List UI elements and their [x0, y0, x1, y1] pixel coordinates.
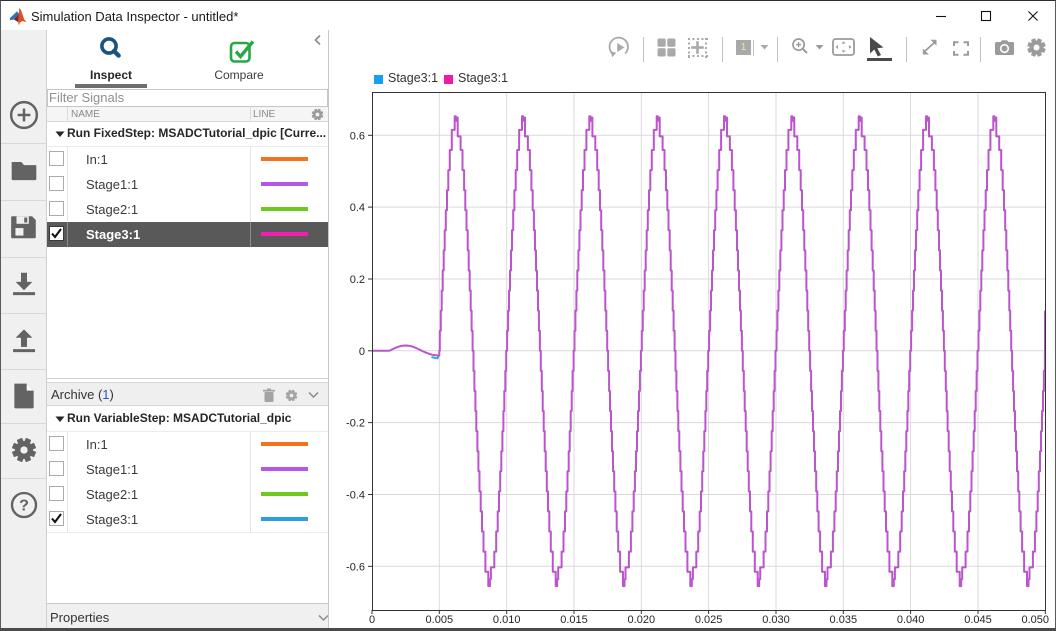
svg-text:0.2: 0.2 [350, 274, 365, 286]
svg-text:0.025: 0.025 [695, 614, 723, 626]
svg-text:0.045: 0.045 [964, 614, 992, 626]
svg-text:0.030: 0.030 [762, 614, 790, 626]
svg-text:?: ? [19, 497, 29, 515]
svg-text:0.020: 0.020 [628, 614, 656, 626]
svg-text:0.040: 0.040 [897, 614, 925, 626]
svg-text:-0.2: -0.2 [346, 418, 365, 430]
svg-text:0.4: 0.4 [350, 202, 365, 214]
svg-text:0.6: 0.6 [350, 130, 365, 142]
svg-text:0: 0 [369, 614, 375, 626]
svg-text:-0.4: -0.4 [346, 490, 365, 502]
svg-text:-0.6: -0.6 [346, 561, 365, 573]
svg-text:0.015: 0.015 [560, 614, 588, 626]
svg-text:0.010: 0.010 [493, 614, 521, 626]
svg-text:0: 0 [359, 346, 365, 358]
svg-text:0.050: 0.050 [1021, 614, 1049, 626]
svg-text:0.035: 0.035 [830, 614, 858, 626]
svg-text:0.005: 0.005 [426, 614, 454, 626]
